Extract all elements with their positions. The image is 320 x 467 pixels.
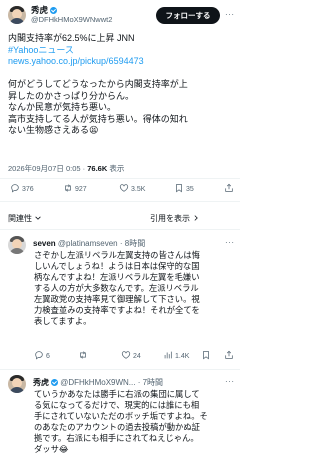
share-button[interactable] — [224, 183, 236, 196]
author-avatar[interactable] — [8, 6, 26, 24]
view-quotes-label: 引用を表示 — [150, 214, 190, 223]
view-quotes-link[interactable]: 引用を表示 — [150, 213, 200, 224]
post-body: 内閣支持率が62.5%に上昇 JNN #Yahooニュース news.yahoo… — [8, 33, 234, 137]
author-name[interactable]: 秀虎 — [31, 5, 48, 15]
news-link[interactable]: news.yahoo.co.jp/pickup/6594473 — [8, 56, 234, 68]
post-line: なんか民意が気持ち悪い。 — [8, 102, 117, 112]
more-options-icon[interactable]: ··· — [225, 10, 235, 19]
chevron-right-icon — [194, 215, 199, 221]
reply-like-button[interactable]: 24 — [121, 350, 141, 363]
reply-like-count: 24 — [133, 353, 141, 360]
post-header: 秀虎 @DFHkHMoX9WNwwt2 フォローする ··· — [0, 0, 240, 30]
reply-time[interactable]: · 7時間 — [138, 378, 163, 387]
bookmark-button[interactable]: 35 — [174, 183, 194, 196]
divider — [0, 178, 240, 179]
bookmark-icon — [176, 184, 182, 193]
share-icon — [225, 183, 233, 192]
post-line: 昇したのかさっぱり分からん。 — [8, 90, 135, 101]
post-line: 内閣支持率が62.5%に上昇 JNN — [8, 33, 135, 43]
view-label: 表示 — [109, 164, 125, 173]
reply-share-button[interactable] — [224, 350, 236, 363]
reply-line: さぞかし左派リベラル左翼支持の皆さんは悔 — [34, 250, 200, 260]
author-handle[interactable]: @DFHkHMoX9WNwwt2 — [31, 15, 112, 24]
reply-button[interactable]: 376 — [10, 183, 34, 196]
sort-label: 関連性 — [8, 214, 32, 223]
post-meta: 2026年09月07日 0:05 · 76.6K 表示 — [8, 164, 125, 173]
reply-icon — [35, 351, 43, 360]
share-icon — [225, 350, 233, 359]
chevron-down-icon — [35, 216, 41, 220]
reply-author-handle[interactable]: @platinamseven — [58, 239, 118, 248]
reply-author-name[interactable]: seven — [33, 239, 56, 248]
reply-more-icon[interactable]: ··· — [225, 238, 235, 247]
reply-author-handle[interactable]: @DFHkHMoX9WN... — [60, 378, 135, 387]
reply-line: する人の方が大多数なんです。左派リベラル — [34, 283, 199, 293]
repost-icon — [65, 184, 71, 192]
hashtag-link[interactable]: #Yahooニュース — [8, 45, 234, 57]
sort-relevance-dropdown[interactable]: 関連性 — [8, 213, 42, 224]
post-line: 何がどうしてどうなったから内閣支持率が上 — [8, 79, 188, 89]
reply-icon — [11, 184, 19, 193]
reply-line: 左翼政党の支持率見て御理解して下さい。視 — [34, 294, 200, 304]
reply-line: 拠です。右派にも相手にされてねえじゃん。 — [34, 433, 199, 443]
repost-icon — [80, 351, 86, 359]
reply-reply-button[interactable]: 6 — [34, 350, 50, 363]
like-button[interactable]: 3.5K — [119, 183, 145, 196]
post-action-bar: 376 927 3.5K 35 — [0, 183, 240, 197]
reply-time[interactable]: · 8時間 — [120, 239, 145, 248]
reply-repost-button[interactable] — [78, 350, 90, 363]
follow-button[interactable]: フォローする — [156, 7, 220, 24]
reply-line: る気になってるだけで、現実的には誰にも相 — [34, 400, 200, 410]
reply-line: のあなたのアカウントの過去投稿が動かぬ証 — [34, 422, 200, 432]
verified-badge-icon — [50, 7, 58, 14]
reply-line: しいんでしょうね！ようは日本は保守的な国 — [34, 261, 200, 271]
divider — [0, 201, 240, 202]
reply-author-row: 秀虎 @DFHkHMoX9WN... · 7時間 — [33, 377, 163, 388]
reply-line: 手にされていないただのボッチ垢ですよね。そ — [34, 411, 208, 421]
reply-views-button[interactable]: 1.4K — [163, 350, 189, 363]
reply-count: 376 — [22, 186, 34, 193]
reply-author-row: seven @platinamseven · 8時間 — [33, 238, 145, 249]
reply-more-icon[interactable]: ··· — [225, 377, 235, 386]
reply-view-count: 1.4K — [175, 353, 190, 360]
heart-icon — [119, 184, 129, 192]
reply-reply-count: 6 — [46, 353, 50, 360]
views-chart-icon — [164, 351, 172, 359]
reply-line: 力検査並みの支持率ですよね！それが全てを — [34, 305, 200, 315]
reply-avatar[interactable] — [8, 375, 26, 393]
reply-author-name[interactable]: 秀虎 — [33, 378, 49, 387]
post-timestamp[interactable]: 2026年09月07日 0:05 — [8, 164, 81, 173]
divider — [0, 369, 240, 370]
repost-button[interactable]: 927 — [63, 183, 87, 196]
reply-line: ダッサ😂 — [34, 444, 69, 454]
like-count: 3.5K — [131, 186, 146, 193]
repost-count: 927 — [75, 186, 87, 193]
reply-avatar[interactable] — [8, 236, 26, 254]
post-line: ない生物感さえある😫 — [8, 125, 99, 135]
heart-icon — [121, 351, 131, 359]
reply-line: 柄なんですよね！左派リベラル左翼を毛嫌い — [34, 272, 200, 282]
reply-line: ていうかあなたは勝手に右派の集団に属して — [34, 389, 200, 399]
verified-badge-icon — [51, 379, 58, 386]
view-count: 76.6K — [87, 164, 108, 173]
reply-body: さぞかし左派リベラル左翼支持の皆さんは悔 しいんでしょうね！ようは日本は保守的な… — [34, 250, 224, 327]
bookmark-icon — [203, 351, 209, 360]
reply-action-bar: 6 24 1.4K — [0, 350, 240, 364]
divider — [0, 229, 240, 230]
reply-bookmark-button[interactable] — [201, 350, 213, 363]
post-line: 高市支持してる人が気持ち悪い。得体の知れ — [8, 113, 188, 124]
reply-body: ていうかあなたは勝手に右派の集団に属して る気になってるだけで、現実的には誰にも… — [34, 389, 224, 455]
reply-line: 表してますよ。 — [34, 316, 92, 326]
bookmark-count: 35 — [186, 186, 194, 193]
